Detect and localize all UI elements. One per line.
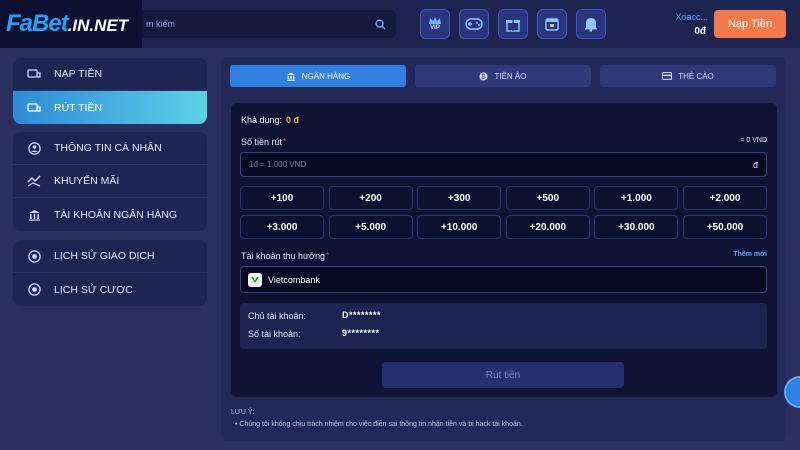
tab-label: THẺ CÀO	[678, 71, 714, 81]
history-icon	[26, 249, 42, 263]
quick-amount-button[interactable]: +1.000	[594, 186, 679, 210]
bank-name: Vietcombank	[268, 274, 320, 285]
note-text: • Chúng tôi không chịu trách nhiệm cho v…	[235, 421, 523, 428]
sidebar-item-promotions[interactable]: KHUYẾN MÃI	[13, 165, 207, 198]
sidebar-item-transaction-history[interactable]: LỊCH SỬ GIAO DỊCH	[13, 240, 207, 273]
sidebar-item-label: NẠP TIỀN	[54, 68, 103, 80]
tab-bank[interactable]: NGÂN HÀNG	[230, 65, 406, 87]
user-balance: 0đ	[694, 26, 706, 37]
required-marker: *	[283, 137, 287, 146]
promo-icon	[26, 174, 42, 188]
games-button[interactable]	[459, 9, 489, 39]
sidebar-item-deposit[interactable]: NẠP TIỀN	[13, 58, 207, 91]
quick-amount-button[interactable]: +200	[328, 186, 413, 210]
search-input[interactable]: m kiếm	[146, 19, 370, 29]
tab-label: NGÂN HÀNG	[301, 71, 351, 81]
user-icon	[26, 141, 42, 155]
tab-scratch-card[interactable]: THẺ CÀO	[600, 65, 776, 87]
amount-input[interactable]: 1đ = 1.000 VND đ	[240, 152, 767, 177]
user-name[interactable]: Xoacc...	[660, 12, 708, 22]
sidebar-item-profile[interactable]: THÔNG TIN CÁ NHÂN	[13, 132, 207, 165]
sidebar-item-bank-account[interactable]: TÀI KHOẢN NGÂN HÀNG	[13, 198, 207, 231]
required-marker: *	[325, 251, 330, 260]
sidebar-item-label: LỊCH SỬ GIAO DỊCH	[54, 250, 155, 262]
note-text-content: Chúng tôi không chịu trách nhiệm cho việ…	[239, 421, 523, 428]
header: FaBet .IN.NET m kiếm VIP Xoacc... 0đ Nạp…	[0, 0, 800, 48]
quick-amount-button[interactable]: +30.000	[594, 215, 679, 239]
logo-main: FaBet	[6, 10, 69, 37]
gift-button[interactable]	[498, 9, 528, 39]
holder-value: D********	[342, 310, 382, 320]
vip-button[interactable]: VIP	[420, 9, 450, 39]
bank-select[interactable]: Vietcombank	[240, 266, 767, 293]
add-new-link[interactable]: Thêm mới	[733, 251, 767, 258]
account-info: Chủ tài khoản: D******** Số tài khoản: 9…	[240, 303, 767, 349]
quick-amount-button[interactable]: +5.000	[328, 215, 413, 239]
withdraw-icon	[26, 101, 42, 115]
bank-account-label: Tài khoản thụ hưởng*	[241, 251, 329, 261]
sidebar-group-account: THÔNG TIN CÁ NHÂN KHUYẾN MÃI TÀI KHOẢN N…	[13, 132, 207, 231]
bell-icon	[585, 18, 597, 32]
sidebar-group-history: LỊCH SỬ GIAO DỊCH LỊCH SỬ CƯỢC	[13, 240, 207, 306]
vip-label: VIP	[430, 25, 440, 31]
quick-amount-button[interactable]: +20.000	[505, 215, 590, 239]
search-icon[interactable]	[370, 14, 390, 34]
withdraw-submit-button[interactable]: Rút tiền	[382, 362, 624, 388]
sidebar-item-label: THÔNG TIN CÁ NHÂN	[54, 142, 162, 154]
sidebar-item-label: TÀI KHOẢN NGÂN HÀNG	[54, 208, 178, 221]
sidebar-item-bet-history[interactable]: LỊCH SỬ CƯỢC	[13, 273, 207, 306]
sidebar-item-label: RÚT TIỀN	[54, 101, 103, 114]
gift-icon	[506, 20, 520, 32]
card-icon	[662, 72, 673, 80]
bank-account-label-text: Tài khoản thụ hưởng	[241, 251, 325, 261]
bank-icon	[286, 72, 295, 81]
holder-label: Chủ tài khoản:	[248, 311, 307, 321]
sidebar-item-label: LỊCH SỬ CƯỢC	[54, 283, 133, 296]
calendar-button[interactable]	[537, 9, 567, 39]
available-label: Khả dụng:	[241, 115, 283, 125]
quick-amount-button[interactable]: +3.000	[240, 215, 324, 239]
quick-amount-button[interactable]: +100	[240, 186, 324, 210]
chat-support-button[interactable]	[784, 376, 800, 408]
logo-suffix: .IN.NET	[67, 16, 129, 35]
calendar-icon	[545, 18, 559, 31]
amount-equivalent: = 0 VND	[740, 137, 767, 144]
quick-amount-button[interactable]: +500	[505, 186, 590, 210]
bank-icon	[26, 208, 42, 222]
sidebar-item-label: KHUYẾN MÃI	[54, 175, 120, 187]
quick-amount-button[interactable]: +300	[417, 186, 502, 210]
available-balance: Khả dụng: 0 đ	[241, 115, 299, 125]
quick-amount-button[interactable]: +10.000	[417, 215, 502, 239]
quick-amount-button[interactable]: +2.000	[683, 186, 767, 210]
search-bar[interactable]: m kiếm	[142, 10, 396, 38]
gamepad-icon	[465, 18, 483, 30]
sidebar-item-withdraw[interactable]: RÚT TIỀN	[13, 91, 207, 124]
tab-crypto[interactable]: ₿ TIỀN ẢO	[415, 65, 591, 87]
svg-text:₿: ₿	[482, 72, 487, 80]
quick-amount-button[interactable]: +50.000	[683, 215, 767, 239]
withdraw-form: Khả dụng: 0 đ Số tiền rút* = 0 VND 1đ = 1…	[231, 103, 777, 397]
deposit-button[interactable]: Nạp Tiền	[714, 10, 786, 38]
amount-placeholder: 1đ = 1.000 VND	[249, 160, 307, 169]
available-amount: 0 đ	[286, 115, 300, 125]
deposit-icon	[26, 67, 42, 81]
notification-button[interactable]	[576, 9, 606, 39]
account-number-value: 9********	[342, 328, 380, 338]
withdraw-panel: NGÂN HÀNG ₿ TIỀN ẢO THẺ CÀO Khả dụng: 0 đ…	[221, 57, 786, 441]
amount-label-text: Số tiền rút	[241, 137, 283, 147]
logo[interactable]: FaBet .IN.NET	[0, 0, 142, 48]
account-number-label: Số tài khoản:	[248, 329, 301, 339]
amount-label: Số tiền rút*	[241, 137, 286, 147]
vip-icon: VIP	[428, 17, 442, 31]
bet-history-icon	[26, 283, 42, 297]
note-title: LƯU Ý:	[231, 409, 255, 416]
crypto-icon: ₿	[479, 71, 489, 80]
vietcombank-logo-icon	[248, 272, 262, 287]
currency-symbol: đ	[752, 159, 758, 170]
sidebar-group-transactions: NẠP TIỀN RÚT TIỀN	[13, 58, 207, 124]
tab-label: TIỀN ẢO	[494, 71, 527, 81]
